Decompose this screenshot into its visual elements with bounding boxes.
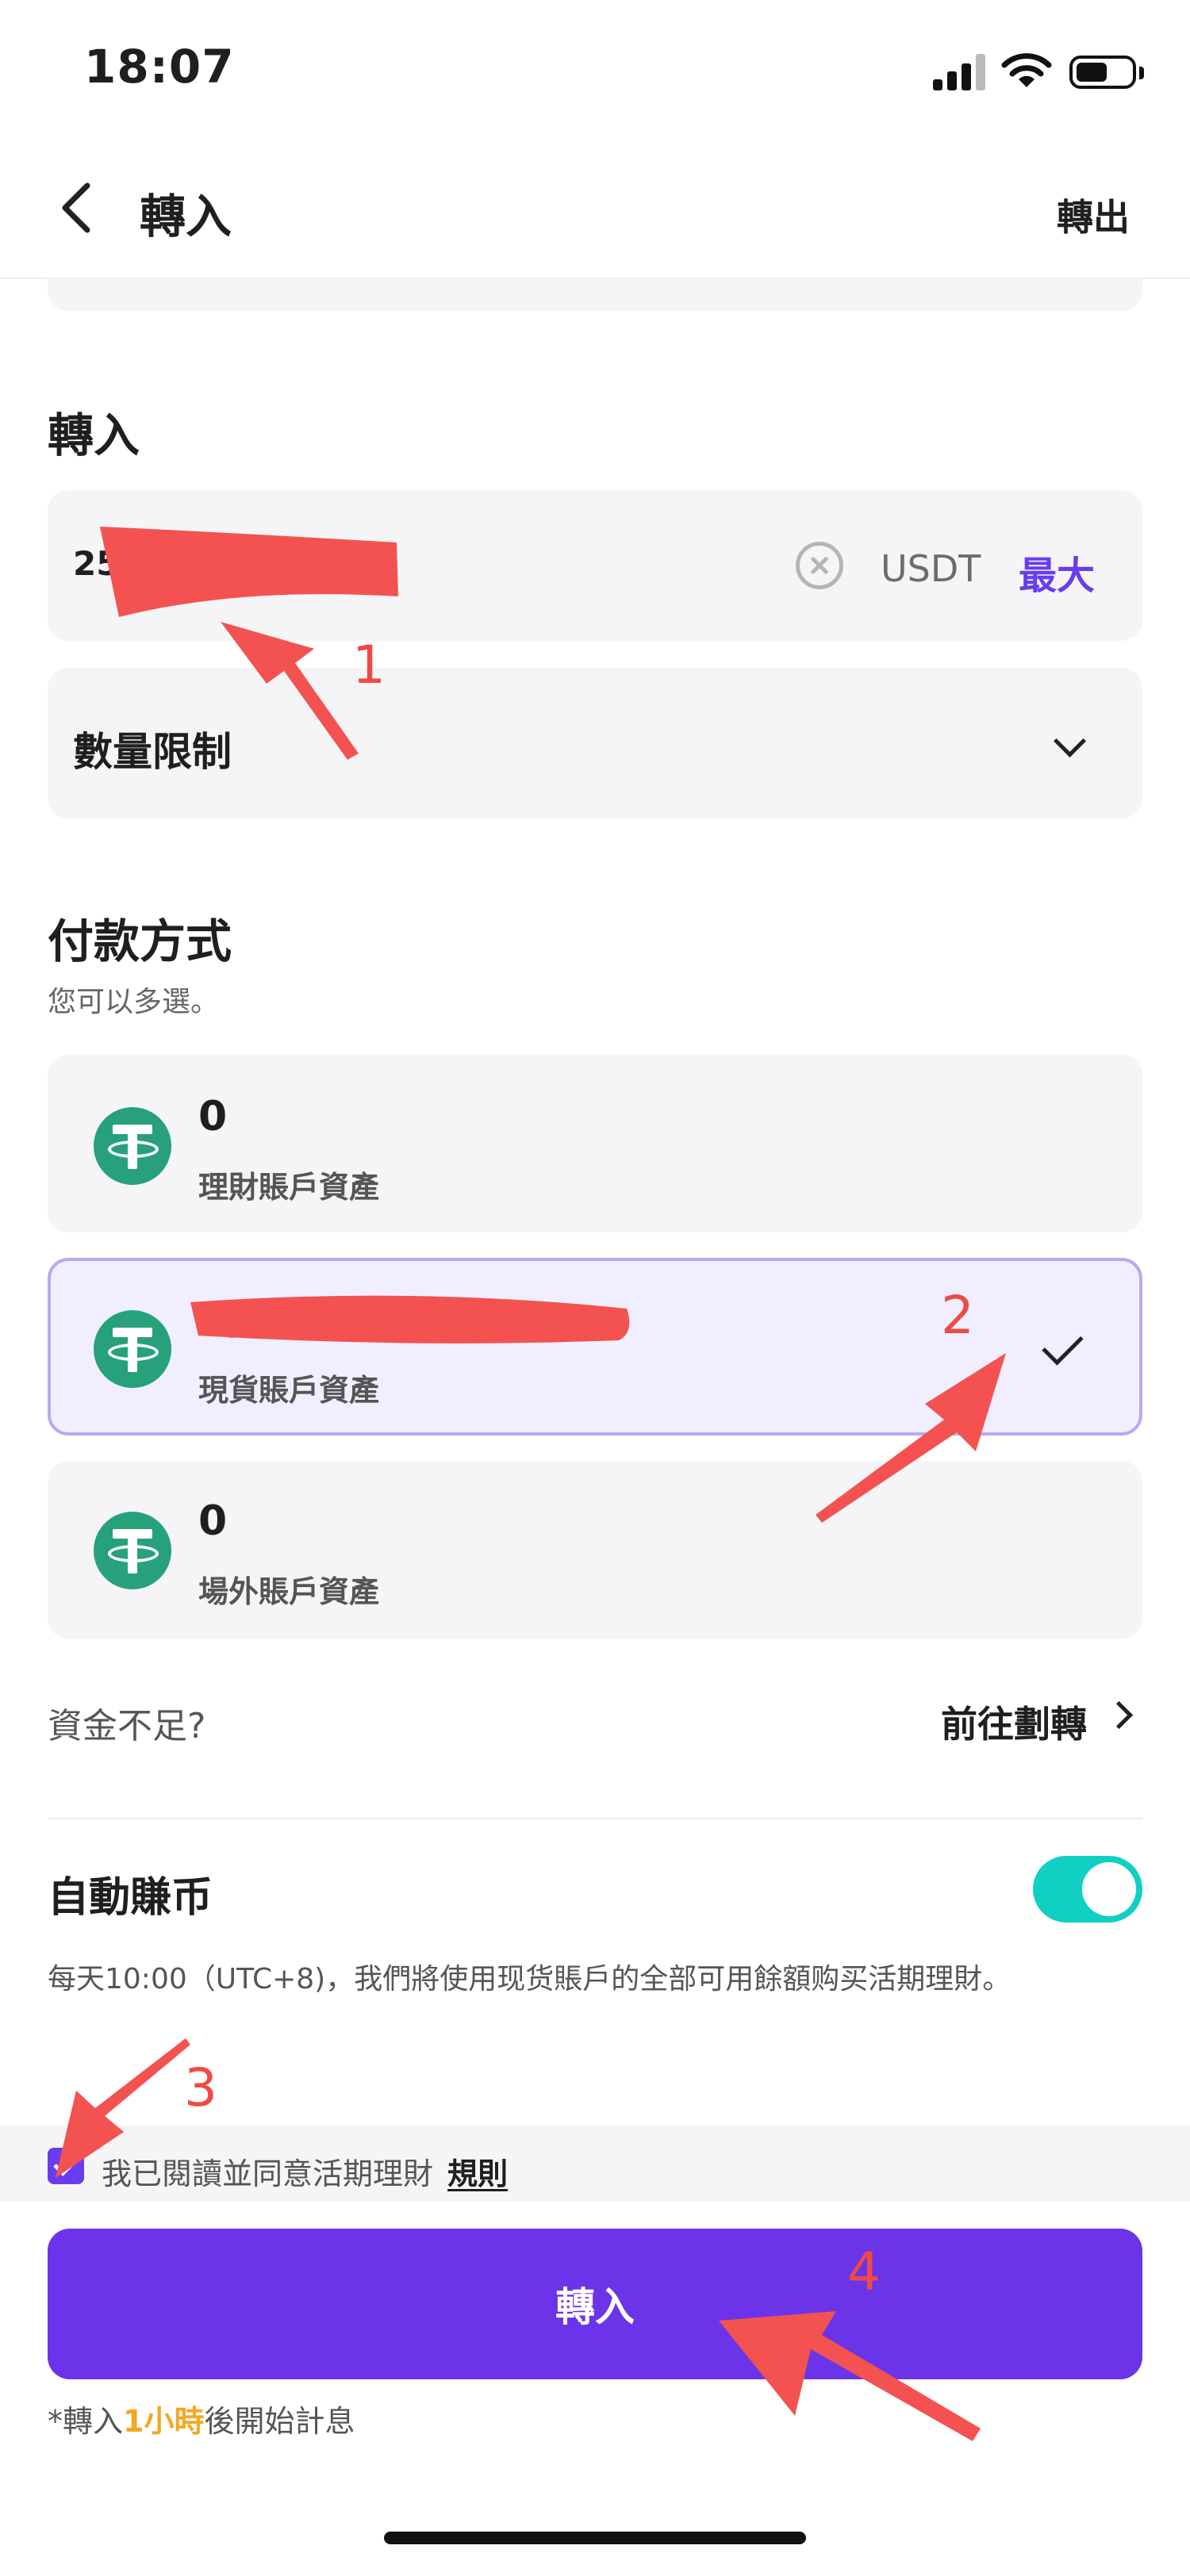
redaction-scribble-amount [100,527,398,617]
annotation-arrow-3 [56,2038,190,2178]
redaction-scribble-spot [190,1295,630,1344]
annotation-number-3: 3 [184,2057,217,2118]
annotation-number-4: 4 [847,2241,881,2302]
annotation-number-2: 2 [941,1285,974,1346]
annotation-arrow-1 [221,622,359,760]
annotation-arrow-4 [719,2311,981,2441]
annotation-number-1: 1 [352,634,386,696]
annotation-arrow-2 [816,1353,1006,1523]
annotation-layer [56,527,1006,2441]
